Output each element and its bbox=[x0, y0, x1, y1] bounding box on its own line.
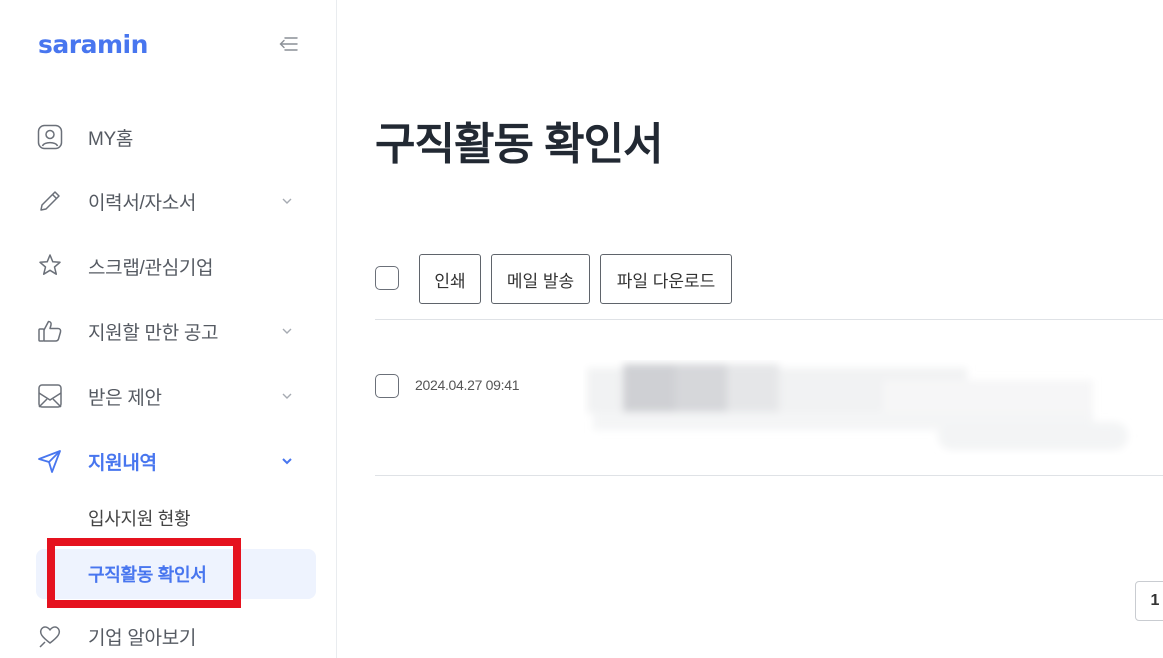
sidebar-item-resume[interactable]: 이력서/자소서 bbox=[36, 179, 300, 223]
sidebar-item-offers[interactable]: 받은 제안 bbox=[36, 374, 300, 418]
sidebar-item-label: 지원내역 bbox=[88, 452, 157, 474]
sidebar-item-scrap[interactable]: 스크랩/관심기업 bbox=[36, 244, 300, 288]
send-icon bbox=[36, 447, 64, 475]
chevron-down-icon bbox=[280, 454, 294, 468]
file-download-button[interactable]: 파일 다운로드 bbox=[600, 254, 732, 304]
sidebar-item-company-research[interactable]: 기업 알아보기 bbox=[36, 614, 300, 658]
sidebar-item-label: 지원할 만한 공고 bbox=[88, 322, 219, 344]
sidebar-item-label: 받은 제안 bbox=[88, 387, 162, 409]
pagination-page-button[interactable]: 1 bbox=[1135, 581, 1163, 621]
sidebar-item-label: 기업 알아보기 bbox=[88, 627, 197, 649]
sidebar: saramin MY홈 이력서/자소서 스크랩/관심기업 지원할 만한 공고 받… bbox=[0, 0, 337, 658]
thumbs-up-icon bbox=[36, 317, 64, 345]
sidebar-subitem-job-search-certificate[interactable]: 구직활동 확인서 bbox=[36, 549, 316, 599]
divider bbox=[375, 319, 1163, 320]
mail-send-button[interactable]: 메일 발송 bbox=[491, 254, 590, 304]
sidebar-item-label: 이력서/자소서 bbox=[88, 192, 197, 214]
row-date: 2024.04.27 09:41 bbox=[415, 377, 520, 393]
page-title: 구직활동 확인서 bbox=[375, 120, 664, 169]
heart-search-icon bbox=[36, 622, 64, 650]
chevron-down-icon bbox=[280, 389, 294, 403]
select-all-checkbox[interactable] bbox=[375, 266, 399, 290]
chevron-down-icon bbox=[280, 194, 294, 208]
sidebar-item-label: MY홈 bbox=[88, 128, 134, 150]
print-button[interactable]: 인쇄 bbox=[419, 254, 481, 304]
collapse-left-icon[interactable] bbox=[276, 32, 300, 56]
chevron-down-icon bbox=[280, 324, 294, 338]
sidebar-item-my-home[interactable]: MY홈 bbox=[36, 115, 300, 159]
user-icon bbox=[36, 123, 64, 151]
saramin-logo[interactable]: saramin bbox=[38, 30, 148, 59]
sidebar-item-label: 스크랩/관심기업 bbox=[88, 257, 214, 279]
sidebar-item-applications[interactable]: 지원내역 bbox=[36, 439, 300, 483]
sidebar-item-recommended-jobs[interactable]: 지원할 만한 공고 bbox=[36, 309, 300, 353]
sidebar-subitem-label: 구직활동 확인서 bbox=[88, 565, 207, 585]
star-icon bbox=[36, 252, 64, 280]
pencil-icon bbox=[36, 187, 64, 215]
row-checkbox[interactable] bbox=[375, 374, 399, 398]
divider bbox=[375, 475, 1163, 476]
main-content: 구직활동 확인서 인쇄 메일 발송 파일 다운로드 2024.04.27 09:… bbox=[337, 0, 1163, 658]
envelope-icon bbox=[36, 382, 64, 410]
sidebar-subitem-application-status[interactable]: 입사지원 현황 bbox=[36, 493, 316, 543]
sidebar-subitem-label: 입사지원 현황 bbox=[88, 509, 191, 529]
redacted-content bbox=[587, 364, 1128, 450]
